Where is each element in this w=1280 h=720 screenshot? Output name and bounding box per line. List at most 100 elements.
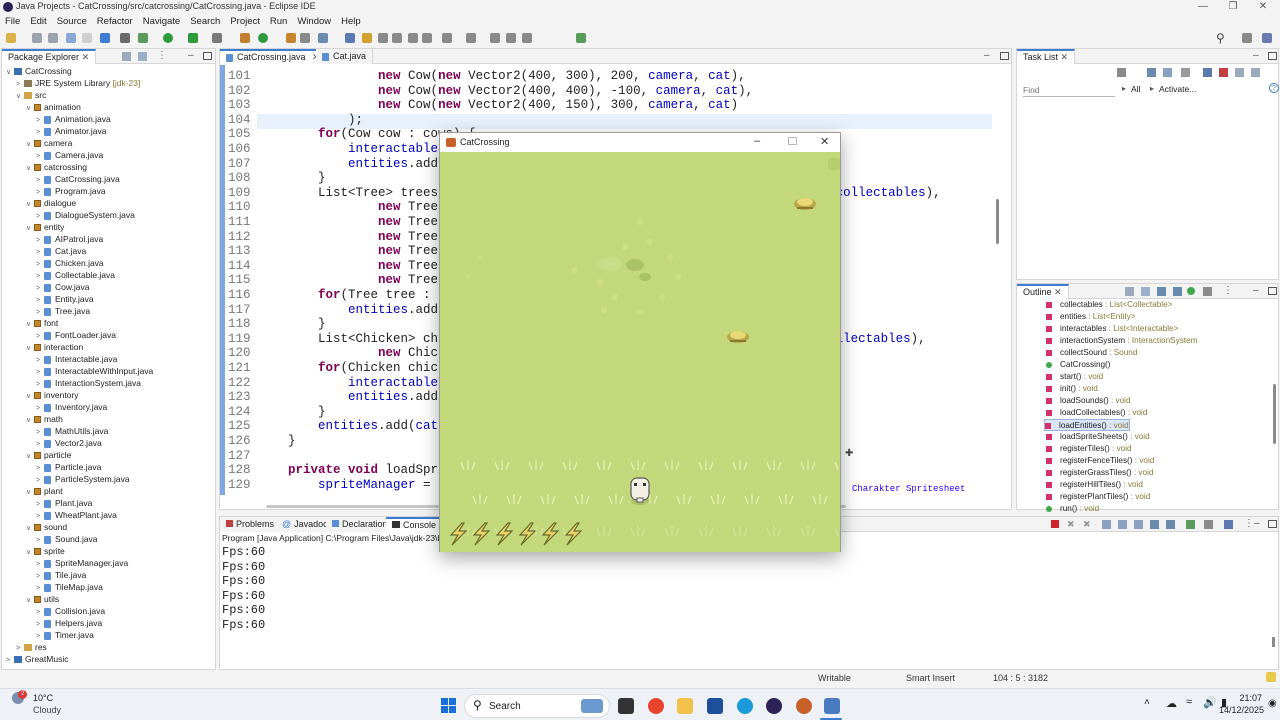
maximize-button[interactable]: ❐ xyxy=(1218,0,1248,14)
tree-package-item[interactable]: ∨ particle xyxy=(26,449,71,461)
tree-file-item[interactable]: > SpriteManager.java xyxy=(36,557,128,569)
chevron-down-icon[interactable]: ∨ xyxy=(26,523,34,535)
tree-file-item[interactable]: > Entity.java xyxy=(36,293,94,305)
tree-package-item[interactable]: ∨ plant xyxy=(26,485,62,497)
tree-file-item[interactable]: > MathUtils.java xyxy=(36,425,108,437)
outline-item[interactable]: collectSound : Sound xyxy=(1046,347,1137,359)
task-find-input[interactable] xyxy=(1023,84,1115,97)
help-icon[interactable]: ? xyxy=(1269,83,1279,93)
menu-navigate[interactable]: Navigate xyxy=(138,14,186,30)
tree-file-item[interactable]: > Particle.java xyxy=(36,461,101,473)
new-java-project-icon[interactable] xyxy=(240,33,250,43)
tree-file-item[interactable]: > Vector2.java xyxy=(36,437,102,449)
tab-problems[interactable]: Problems xyxy=(220,517,282,532)
tree-file-item[interactable]: > ParticleSystem.java xyxy=(36,473,130,485)
tree-package-item[interactable]: ∨ entity xyxy=(26,221,64,233)
categorize-icon[interactable] xyxy=(1147,68,1156,77)
menu-help[interactable]: Help xyxy=(336,14,366,30)
hide-icon[interactable] xyxy=(1251,68,1260,77)
view-menu-icon[interactable]: ⋮ xyxy=(157,50,167,61)
eclipse-taskbar-icon[interactable] xyxy=(766,698,782,714)
code-line[interactable]: new Tree(new xyxy=(258,273,468,288)
tree-file-item[interactable]: > Animation.java xyxy=(36,113,111,125)
tree-file-item[interactable]: > Chicken.java xyxy=(36,257,104,269)
menu-source[interactable]: Source xyxy=(52,14,92,30)
sort-icon[interactable] xyxy=(1141,287,1150,296)
remove-all-icon[interactable]: ✖ xyxy=(1083,519,1091,530)
tree-package-item[interactable]: ∨ font xyxy=(26,317,58,329)
open-console-icon[interactable] xyxy=(1224,520,1233,529)
filter-icon[interactable] xyxy=(1163,68,1172,77)
show-all-icon[interactable] xyxy=(1235,68,1244,77)
tree-item[interactable]: > JRE System Library [jdk-23] xyxy=(16,77,140,89)
open-perspective-icon[interactable] xyxy=(1242,33,1252,43)
display-console-icon[interactable] xyxy=(1204,520,1213,529)
pilcrow-icon[interactable] xyxy=(422,33,432,43)
tree-package-item[interactable]: ∨ math xyxy=(26,413,63,425)
chevron-down-icon[interactable]: ∨ xyxy=(26,547,34,559)
delete-completed-icon[interactable] xyxy=(1219,68,1228,77)
tree-package-item[interactable]: ∨ camera xyxy=(26,137,72,149)
collapse-all-icon[interactable] xyxy=(1125,287,1134,296)
terminate-icon[interactable] xyxy=(1051,520,1059,528)
maximize-view-icon[interactable] xyxy=(203,52,212,60)
redo-icon[interactable] xyxy=(82,33,92,43)
activate-dropdown-icon[interactable]: ▸ xyxy=(1150,84,1154,93)
whitespace-icon[interactable] xyxy=(408,33,418,43)
game-title-bar[interactable]: CatCrossing – ✕ xyxy=(440,133,840,152)
tree-item[interactable]: > GreatMusic xyxy=(6,653,68,665)
chrome-icon[interactable] xyxy=(648,698,664,714)
minimize-view-icon[interactable]: – xyxy=(984,50,990,61)
next-annotation-icon[interactable] xyxy=(442,33,452,43)
tree-file-item[interactable]: > TileMap.java xyxy=(36,581,103,593)
code-line[interactable]: new Tree(new xyxy=(258,244,468,259)
open-type-icon[interactable] xyxy=(286,33,296,43)
outline-scrollbar-thumb[interactable] xyxy=(1273,384,1276,444)
tab-cat-java[interactable]: Cat.java xyxy=(316,49,374,64)
tree-file-item[interactable]: > Sound.java xyxy=(36,533,98,545)
menu-refactor[interactable]: Refactor xyxy=(92,14,138,30)
skip-breakpoints-icon[interactable] xyxy=(120,33,130,43)
tree-item[interactable]: ∨ CatCrossing xyxy=(6,65,72,77)
hide-local-types-icon[interactable] xyxy=(1203,287,1212,296)
outline-item[interactable]: registerHillTiles() : void xyxy=(1046,479,1143,491)
terminal-icon[interactable] xyxy=(100,33,110,43)
close-icon[interactable]: ✕ xyxy=(1054,287,1062,297)
search-toolbar-icon[interactable] xyxy=(318,33,328,43)
new-task-icon[interactable] xyxy=(1117,68,1126,77)
chevron-down-icon[interactable]: ∨ xyxy=(26,487,34,499)
tree-file-item[interactable]: > Cow.java xyxy=(36,281,90,293)
minimize-view-icon[interactable]: – xyxy=(1254,518,1260,529)
pin-console-icon[interactable] xyxy=(1186,520,1195,529)
code-line[interactable]: new Tree(new xyxy=(258,215,468,230)
tab-catcrossing-java[interactable]: CatCrossing.java ✕ xyxy=(220,49,327,64)
chevron-down-icon[interactable]: ∨ xyxy=(26,391,34,403)
minimize-view-icon[interactable]: – xyxy=(1253,50,1259,61)
notifications-icon[interactable]: ◉ xyxy=(1268,698,1277,709)
outline-item[interactable]: registerTiles() : void xyxy=(1046,443,1132,455)
notification-icon[interactable] xyxy=(1266,672,1276,682)
tree-item[interactable]: > res xyxy=(16,641,47,653)
prev-annotation-icon[interactable] xyxy=(466,33,476,43)
word-wrap-icon[interactable] xyxy=(1134,520,1143,529)
outline-item[interactable]: collectables : List<Collectable> xyxy=(1046,299,1172,311)
search-icon[interactable]: ⚲ xyxy=(1216,31,1225,45)
chevron-down-icon[interactable]: ∨ xyxy=(26,451,34,463)
code-line[interactable]: } xyxy=(258,171,326,186)
close-window-button[interactable]: ✕ xyxy=(1248,0,1278,14)
minimize-button[interactable]: — xyxy=(1188,0,1218,14)
tree-file-item[interactable]: > Animator.java xyxy=(36,125,107,137)
tree-file-item[interactable]: > InteractionSystem.java xyxy=(36,377,141,389)
new-icon[interactable] xyxy=(6,33,16,43)
back-icon[interactable] xyxy=(506,33,516,43)
tree-item[interactable]: ∨ src xyxy=(16,89,46,101)
chicken-sprite[interactable] xyxy=(794,198,816,210)
tab-task-list[interactable]: Task List ✕ xyxy=(1017,49,1076,64)
coverage-icon[interactable] xyxy=(188,33,198,43)
focus-icon[interactable] xyxy=(1181,68,1190,77)
view-menu-icon[interactable]: ⋮ xyxy=(1244,518,1254,529)
tree-package-item[interactable]: ∨ interaction xyxy=(26,341,83,353)
game-canvas[interactable] xyxy=(440,152,840,552)
activate-link[interactable]: Activate... xyxy=(1159,84,1196,94)
outline-item[interactable]: registerGrassTiles() : void xyxy=(1046,467,1153,479)
